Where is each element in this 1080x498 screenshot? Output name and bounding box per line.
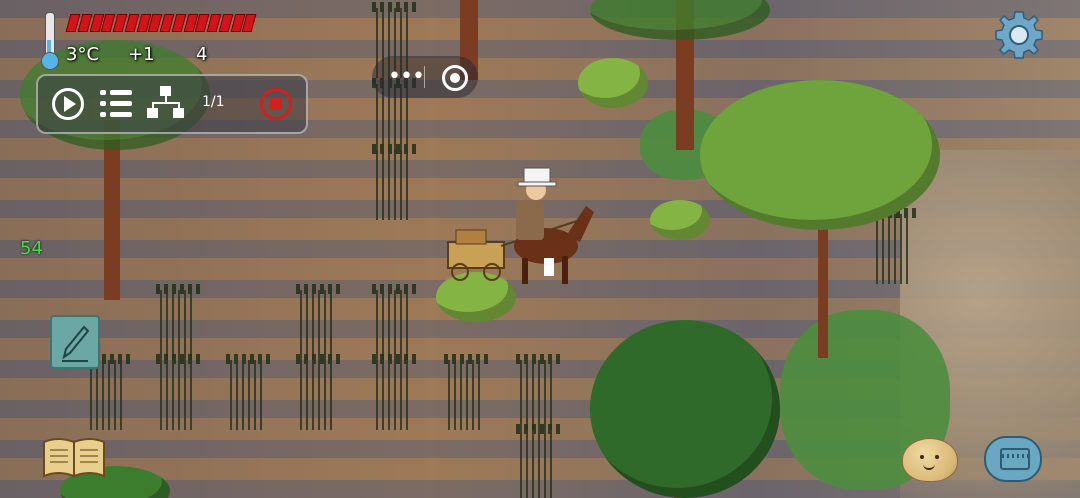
- reed-clump: [226, 354, 270, 430]
- reed-clump: [296, 354, 340, 430]
- thermometer-icon: [38, 12, 60, 70]
- reed-clump: [156, 354, 200, 430]
- tree-trunk: [818, 210, 828, 358]
- mini-program-capsule: •••: [372, 56, 478, 98]
- list-icon[interactable]: [98, 84, 138, 124]
- fps-counter: 54: [20, 238, 43, 259]
- hierarchy-icon[interactable]: [146, 84, 186, 124]
- leafy-tree: [700, 80, 940, 230]
- reed-clump: [372, 144, 416, 220]
- reed-clump: [444, 354, 488, 430]
- target-icon[interactable]: [442, 65, 468, 91]
- reed-clump: [372, 284, 416, 360]
- keyboard-icon[interactable]: [984, 436, 1042, 482]
- banana-plant: [578, 58, 648, 108]
- reed-clump: [516, 354, 560, 430]
- health-bar: [65, 14, 257, 32]
- more-dots-icon[interactable]: •••: [388, 64, 425, 89]
- temperature-change: +1: [128, 44, 155, 65]
- stop-record-icon[interactable]: [256, 84, 296, 124]
- reed-clump: [296, 284, 340, 360]
- reed-clump: [156, 284, 200, 360]
- reed-clump: [372, 354, 416, 430]
- food-count: 4: [196, 44, 208, 65]
- book-icon[interactable]: [40, 436, 108, 480]
- reed-clump: [516, 424, 560, 498]
- banana-plant: [650, 200, 710, 240]
- temperature-value: 3°C: [66, 44, 100, 65]
- player-character-on-horse[interactable]: [446, 166, 596, 286]
- pencil-icon[interactable]: [50, 315, 100, 369]
- cypress-tree: [590, 0, 770, 40]
- macro-toolbar: 1/1: [36, 74, 308, 134]
- page-counter: 1/1: [202, 94, 225, 110]
- reed-clump: [872, 208, 916, 284]
- potato-emote-icon[interactable]: [902, 438, 958, 482]
- pine-tree: [590, 320, 780, 498]
- capsule-divider: [424, 66, 425, 88]
- play-icon[interactable]: [48, 84, 88, 124]
- gear-icon[interactable]: [992, 8, 1046, 62]
